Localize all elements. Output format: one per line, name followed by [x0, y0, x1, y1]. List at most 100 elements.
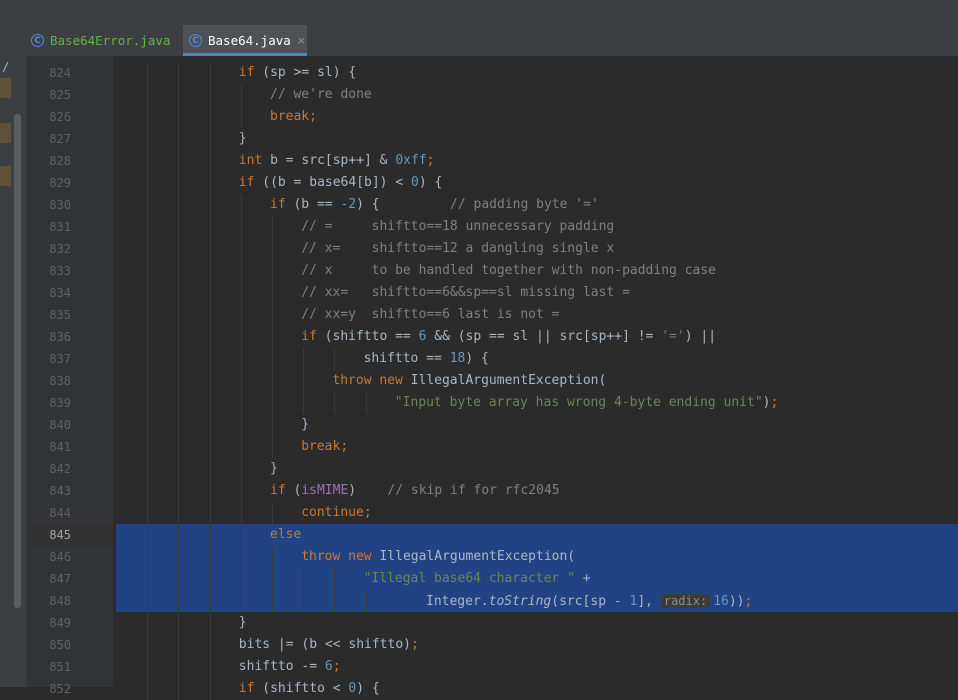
indent-guide [209, 458, 211, 480]
indent-guide [209, 370, 211, 392]
code-line[interactable]: if (shiftto == 6 && (sp == sl || src[sp+… [301, 326, 716, 348]
line-number[interactable]: 843 [27, 480, 71, 502]
line-number[interactable]: 827 [27, 128, 71, 150]
code-token: bits |= (b << shiftto) [238, 637, 411, 652]
indent-guide [209, 84, 211, 106]
line-number[interactable]: 825 [27, 84, 71, 106]
code-line[interactable]: "Input byte array has wrong 4-byte endin… [395, 392, 779, 414]
code-token: '=' [661, 329, 685, 344]
line-number[interactable]: 847 [27, 568, 71, 590]
project-scrollbar[interactable] [14, 114, 21, 608]
indent-guide [240, 502, 242, 524]
indent-guide [303, 370, 305, 392]
indent-guide [178, 568, 180, 590]
line-number[interactable]: 837 [27, 348, 71, 370]
line-number[interactable]: 834 [27, 282, 71, 304]
indent-guide [209, 128, 211, 150]
line-number[interactable]: 829 [27, 172, 71, 194]
code-line[interactable]: // x to be handled together with non-pad… [301, 260, 716, 282]
tree-glyph: / [2, 60, 10, 74]
line-number[interactable]: 828 [27, 150, 71, 172]
indent-guide [209, 568, 211, 590]
line-number[interactable]: 840 [27, 414, 71, 436]
code-line[interactable]: else [270, 524, 301, 546]
indent-guide [334, 568, 336, 590]
line-number[interactable]: 826 [27, 106, 71, 128]
line-number[interactable]: 833 [27, 260, 71, 282]
line-number[interactable]: 832 [27, 238, 71, 260]
code-line[interactable]: Integer.toString(src[sp - 1], radix: 16))… [426, 590, 752, 612]
line-number[interactable]: 846 [27, 546, 71, 568]
change-marker [0, 78, 11, 98]
code-line[interactable]: int b = src[sp++] & 0xff; [239, 150, 435, 172]
indent-guide [178, 458, 180, 480]
code-line[interactable]: shiftto -= 6; [239, 656, 341, 678]
close-icon[interactable]: × [297, 34, 306, 47]
code-line[interactable]: if (isMIME) // skip if for rfc2045 [270, 480, 560, 502]
code-line[interactable]: bits |= (b << shiftto); [239, 634, 419, 656]
code-line[interactable]: // xx= shiftto==6&&sp==sl missing last = [301, 282, 630, 304]
indent-guide [240, 568, 242, 590]
line-number[interactable]: 850 [27, 634, 71, 656]
code-line[interactable]: if (sp >= sl) { [239, 62, 356, 84]
code-line[interactable]: if (shiftto < 0) { [239, 678, 380, 700]
indent-guide [178, 150, 180, 172]
indent-guide [178, 480, 180, 502]
indent-guide [147, 304, 149, 326]
line-number[interactable]: 835 [27, 304, 71, 326]
indent-guide [240, 480, 242, 502]
code-line[interactable]: } [239, 612, 247, 634]
indent-guide [147, 436, 149, 458]
code-line[interactable]: throw new IllegalArgumentException( [301, 546, 575, 568]
code-token: (sp >= sl) { [254, 65, 357, 80]
code-line[interactable]: if (b == -2) { // padding byte '=' [270, 194, 599, 216]
code-line[interactable]: // we're done [270, 84, 372, 106]
line-number[interactable]: 848 [27, 590, 71, 612]
code-line[interactable]: break; [301, 436, 348, 458]
code-line[interactable]: if ((b = base64[b]) < 0) { [239, 172, 443, 194]
indent-guide [240, 106, 242, 128]
line-number[interactable]: 841 [27, 436, 71, 458]
line-number[interactable]: 838 [27, 370, 71, 392]
line-number[interactable]: 836 [27, 326, 71, 348]
line-number[interactable]: 824 [27, 62, 71, 84]
indent-guide [178, 436, 180, 458]
code-token: ) || [684, 329, 717, 344]
code-token: 0 [411, 175, 419, 190]
code-line[interactable]: } [301, 414, 309, 436]
tab-base64-java[interactable]: C Base64.java × [183, 25, 307, 56]
code-line[interactable]: break; [270, 106, 317, 128]
indent-guide [178, 348, 180, 370]
line-number[interactable]: 830 [27, 194, 71, 216]
line-number[interactable]: 842 [27, 458, 71, 480]
code-line[interactable]: throw new IllegalArgumentException( [332, 370, 606, 392]
line-number[interactable]: 844 [27, 502, 71, 524]
code-token: ; [332, 659, 341, 674]
indent-guide [178, 370, 180, 392]
code-token: if [270, 483, 286, 498]
indent-guide [272, 414, 273, 436]
code-token: ; [410, 637, 419, 652]
tab-base64error-java[interactable]: C Base64Error.java [31, 25, 170, 56]
line-number[interactable]: 851 [27, 656, 71, 678]
indent-guide [272, 568, 273, 590]
line-number[interactable]: 831 [27, 216, 71, 238]
code-line[interactable]: shiftto == 18) { [364, 348, 489, 370]
line-number[interactable]: 839 [27, 392, 71, 414]
code-line[interactable]: } [239, 128, 247, 150]
code-token: // we're done [270, 87, 372, 102]
line-number[interactable]: 849 [27, 612, 71, 634]
code-line[interactable]: continue; [301, 502, 371, 524]
code-token: shiftto -= [238, 659, 325, 674]
indent-guide [178, 392, 180, 414]
code-line[interactable]: // x= shiftto==12 a dangling single x [301, 238, 614, 260]
indent-guide [147, 128, 149, 150]
code-line[interactable]: } [270, 458, 278, 480]
indent-guide [272, 392, 273, 414]
code-line[interactable]: // xx=y shiftto==6 last is not = [301, 304, 559, 326]
indent-guide [147, 612, 149, 634]
line-number[interactable]: 852 [27, 678, 71, 700]
code-line[interactable]: "Illegal base64 character " + [364, 568, 591, 590]
code-line[interactable]: // = shiftto==18 unnecessary padding [301, 216, 614, 238]
line-number[interactable]: 845 [27, 524, 71, 546]
